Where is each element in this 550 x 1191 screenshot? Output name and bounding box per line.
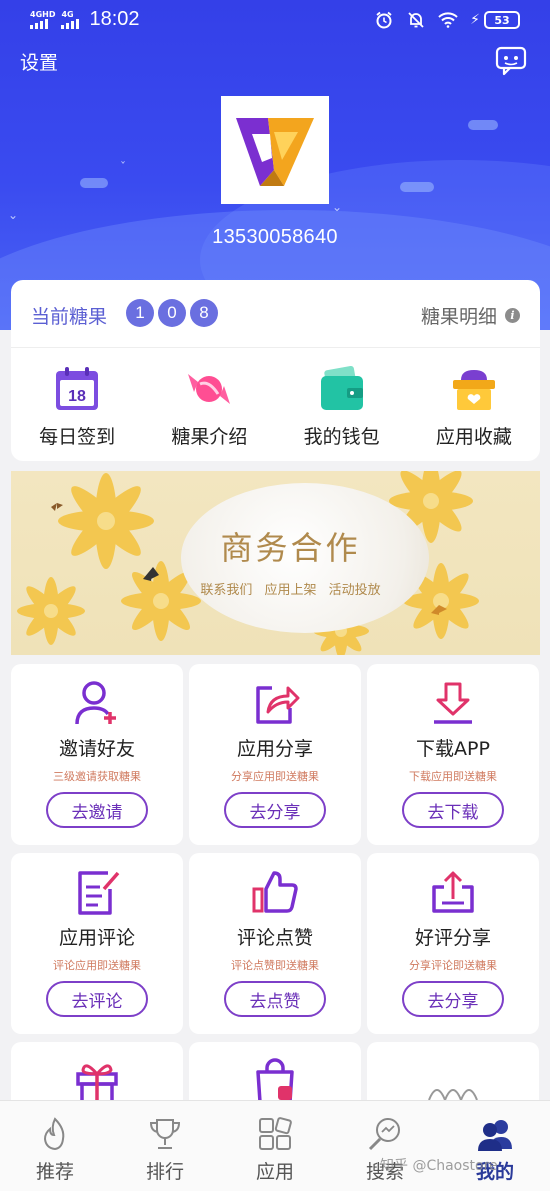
signal-2-icon: 4G xyxy=(61,10,80,29)
nav-ranking[interactable]: 排行 xyxy=(110,1101,220,1191)
quick-daily-checkin[interactable]: 18 每日签到 xyxy=(11,350,143,460)
alarm-icon xyxy=(374,10,394,30)
task-name: 好评分享 xyxy=(414,927,491,949)
candy-label: 当前糖果 xyxy=(31,306,108,328)
phone-number: 13530058640 xyxy=(212,226,338,248)
task-invite-friends: 邀请好友 三级邀请获取糖果 去邀请 xyxy=(11,664,183,845)
task-name: 应用评论 xyxy=(58,927,135,949)
task-desc: 分享评论即送糖果 xyxy=(409,959,497,972)
quick-candy-intro-label: 糖果介绍 xyxy=(171,426,248,448)
user-group-icon xyxy=(478,1120,512,1151)
gift-icon xyxy=(76,1064,118,1104)
quick-daily-checkin-label: 每日签到 xyxy=(39,426,116,448)
candy-digit: 1 xyxy=(126,299,154,327)
quick-my-wallet-label: 我的钱包 xyxy=(303,426,380,448)
download-icon xyxy=(434,682,472,724)
share-icon xyxy=(256,686,300,724)
nav-mine[interactable]: 我的 xyxy=(440,1101,550,1191)
mute-icon xyxy=(406,10,426,30)
flame-icon xyxy=(43,1117,65,1151)
task-like-review: 评论点赞 评论点赞即送糖果 去点赞 xyxy=(189,853,361,1034)
candy-digit: 8 xyxy=(190,299,218,327)
task-desc: 分享应用即送糖果 xyxy=(231,770,319,783)
quick-candy-intro[interactable]: 糖果介绍 xyxy=(143,350,275,460)
nav-label: 推荐 xyxy=(35,1161,74,1183)
trophy-icon xyxy=(149,1119,181,1149)
share-review-button[interactable]: 去分享 xyxy=(402,981,504,1017)
task-desc: 评论应用即送糖果 xyxy=(53,959,141,972)
nav-apps[interactable]: 应用 xyxy=(220,1101,330,1191)
task-name: 评论点赞 xyxy=(236,927,313,949)
quick-app-favorites-label: 应用收藏 xyxy=(435,426,512,448)
nav-label: 应用 xyxy=(255,1161,294,1183)
watermark: 知乎 @Chaostore xyxy=(380,1158,498,1174)
task-name: 下载APP xyxy=(416,738,490,760)
upload-share-icon xyxy=(432,871,474,913)
download-button[interactable]: 去下载 xyxy=(402,792,504,828)
info-icon: i xyxy=(505,308,520,323)
calendar-icon: 18 xyxy=(56,367,99,410)
task-desc: 下载应用即送糖果 xyxy=(409,770,497,783)
review-button[interactable]: 去评论 xyxy=(46,981,148,1017)
task-desc: 评论点赞即送糖果 xyxy=(231,959,319,972)
invite-button[interactable]: 去邀请 xyxy=(46,792,148,828)
apps-grid-icon xyxy=(259,1117,292,1150)
favorites-box-icon xyxy=(452,370,495,410)
message-icon[interactable] xyxy=(494,44,528,78)
loading-wave-icon xyxy=(428,1089,478,1102)
candy-count: 1 0 8 xyxy=(126,299,218,327)
quick-my-wallet[interactable]: 我的钱包 xyxy=(276,350,408,460)
share-app-button[interactable]: 去分享 xyxy=(224,792,326,828)
svg-text:18: 18 xyxy=(68,388,86,405)
task-download-app: 下载APP 下载应用即送糖果 去下载 xyxy=(367,664,539,845)
nav-search[interactable]: 搜索 xyxy=(330,1101,440,1191)
bottom-nav: 推荐 排行 应用 搜索 我的 xyxy=(0,1100,550,1191)
task-app-review: 应用评论 评论应用即送糖果 去评论 xyxy=(11,853,183,1034)
shopping-bag-icon xyxy=(256,1058,294,1104)
task-desc: 三级邀请获取糖果 xyxy=(53,770,141,783)
status-time: 18:02 xyxy=(89,8,140,30)
task-name: 应用分享 xyxy=(236,738,313,760)
candy-detail-link[interactable]: 糖果明细 i xyxy=(421,302,520,329)
search-icon xyxy=(368,1118,400,1151)
battery-icon: ⚡ 53 xyxy=(470,11,520,29)
signal-1-icon: 4GHD xyxy=(30,10,55,29)
settings-link[interactable]: 设置 xyxy=(20,48,58,75)
like-button[interactable]: 去点赞 xyxy=(224,981,326,1017)
task-app-share: 应用分享 分享应用即送糖果 去分享 xyxy=(189,664,361,845)
avatar[interactable] xyxy=(221,96,329,204)
quick-app-favorites[interactable]: 应用收藏 xyxy=(408,350,540,460)
add-user-icon xyxy=(75,681,116,725)
candy-digit: 0 xyxy=(158,299,186,327)
candy-icon xyxy=(188,374,231,404)
app-logo-icon xyxy=(236,118,314,186)
task-name: 邀请好友 xyxy=(58,738,135,760)
nav-label: 排行 xyxy=(145,1161,184,1183)
wifi-icon xyxy=(438,10,458,30)
thumbs-up-icon xyxy=(252,871,298,913)
wallet-icon xyxy=(320,365,363,410)
candy-card: 当前糖果 1 0 8 糖果明细 i 18 每日签到 糖果介绍 我的钱包 应用收藏 xyxy=(11,280,540,461)
business-banner[interactable]: 商务合作 联系我们 应用上架 活动投放 xyxy=(11,471,540,655)
nav-recommend[interactable]: 推荐 xyxy=(0,1101,110,1191)
status-bar: 4GHD 4G 18:02 ⚡ 53 xyxy=(0,0,550,44)
edit-note-icon xyxy=(78,871,120,915)
task-share-review: 好评分享 分享评论即送糖果 去分享 xyxy=(367,853,539,1034)
butterfly-icon xyxy=(51,503,447,615)
